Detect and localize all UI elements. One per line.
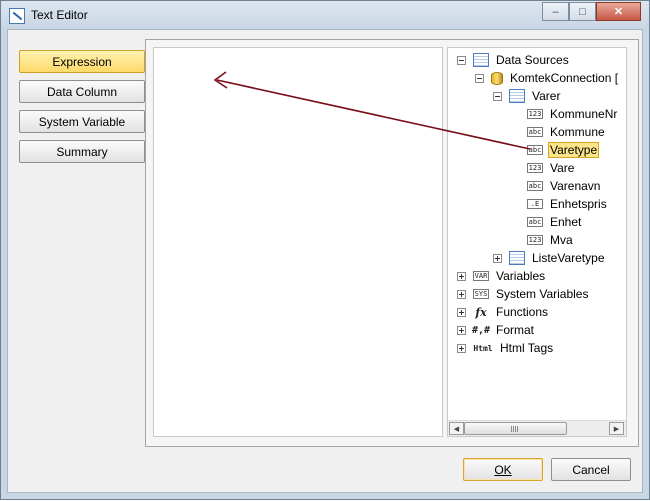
expand-icon[interactable]	[457, 307, 466, 317]
tree-item-label: KomtekConnection [	[510, 71, 619, 85]
system-variables-icon: SYS	[473, 289, 489, 299]
tree-item-listevaretype[interactable]: ListeVaretype	[493, 249, 607, 267]
cancel-button[interactable]: Cancel	[551, 458, 631, 481]
tree-item-komtek-connection[interactable]: KomtekConnection [	[475, 69, 620, 87]
expand-icon[interactable]	[457, 289, 466, 299]
tree-item-kommunenr[interactable]: 123 KommuneNr	[527, 105, 619, 123]
tree-item-label: Data Sources	[496, 53, 569, 67]
tree-item-label: Html Tags	[500, 341, 554, 355]
tree-item-label: Varenavn	[550, 179, 601, 193]
scroll-left-icon[interactable]: ◀	[449, 422, 464, 435]
tree-item-data-sources[interactable]: Data Sources	[457, 51, 571, 69]
expand-icon[interactable]	[457, 343, 466, 353]
tree-item-label-selected: Varetype	[548, 142, 600, 158]
window-title: Text Editor	[31, 8, 88, 22]
tree-item-label: Vare	[550, 161, 575, 175]
ok-button[interactable]: OK	[463, 458, 543, 481]
summary-button[interactable]: Summary	[19, 140, 145, 163]
tree-horizontal-scrollbar[interactable]: ◀ ▶	[448, 420, 626, 436]
collapse-icon[interactable]	[493, 91, 502, 101]
tree-item-label: KommuneNr	[550, 107, 618, 121]
tree-item-label: Variables	[496, 269, 546, 283]
minimize-button[interactable]: –	[542, 2, 569, 21]
collapse-icon[interactable]	[457, 55, 466, 65]
tree-item-label: System Variables	[496, 287, 589, 301]
text-editor-icon	[9, 8, 25, 24]
scroll-right-icon[interactable]: ▶	[609, 422, 624, 435]
text-editor-window: Text Editor – □ ✕ Expression Data Column…	[0, 0, 650, 500]
data-sources-icon	[473, 53, 489, 67]
scrollbar-thumb[interactable]	[464, 422, 567, 435]
text-column-icon: abc	[527, 181, 543, 191]
tree-item-label: Mva	[550, 233, 573, 247]
table-icon	[509, 251, 525, 265]
database-icon	[491, 71, 503, 85]
tree-item-varetype[interactable]: abc Varetype	[527, 141, 600, 159]
tree-item-varer[interactable]: Varer	[493, 87, 562, 105]
text-column-icon: abc	[527, 217, 543, 227]
tree-item-label: ListeVaretype	[532, 251, 605, 265]
tree-item-label: Format	[496, 323, 535, 337]
ok-label: OK	[494, 462, 512, 477]
text-column-icon: abc	[527, 145, 543, 155]
tree-item-label: Enhet	[550, 215, 582, 229]
number-column-icon: 123	[527, 235, 543, 245]
expand-icon[interactable]	[457, 325, 466, 335]
tree-item-enhetspris[interactable]: .E Enhetspris	[527, 195, 609, 213]
tree-item-html-tags[interactable]: Html Html Tags	[457, 339, 555, 357]
html-tags-icon: Html	[473, 343, 493, 353]
caption-buttons: – □ ✕	[542, 2, 641, 21]
system-variable-button[interactable]: System Variable	[19, 110, 145, 133]
number-column-icon: 123	[527, 163, 543, 173]
number-column-icon: 123	[527, 109, 543, 119]
format-icon: #,#	[471, 324, 491, 336]
data-column-button[interactable]: Data Column	[19, 80, 145, 103]
expression-button[interactable]: Expression	[19, 50, 145, 73]
tree-item-system-variables[interactable]: SYS System Variables	[457, 285, 590, 303]
collapse-icon[interactable]	[475, 73, 484, 83]
tree-item-label: Kommune	[550, 125, 605, 139]
cancel-label: Cancel	[572, 462, 610, 477]
variables-icon: VAR	[473, 271, 489, 281]
close-button[interactable]: ✕	[596, 2, 641, 21]
tree-item-label: Varer	[532, 89, 561, 103]
tree-item-variables[interactable]: VAR Variables	[457, 267, 547, 285]
text-column-icon: abc	[527, 127, 543, 137]
tree-item-varenavn[interactable]: abc Varenavn	[527, 177, 602, 195]
expression-panel: Data Sources KomtekConnection [ Varer 12…	[145, 39, 639, 447]
tree-item-kommune[interactable]: abc Kommune	[527, 123, 607, 141]
expand-icon[interactable]	[457, 271, 466, 281]
table-icon	[509, 89, 525, 103]
dialog-body: Expression Data Column System Variable S…	[7, 29, 643, 493]
decimal-column-icon: .E	[527, 199, 543, 209]
tree-item-label: Enhetspris	[550, 197, 607, 211]
tree-item-vare[interactable]: 123 Vare	[527, 159, 576, 177]
expression-editor[interactable]	[153, 47, 443, 437]
tree-item-label: Functions	[496, 305, 549, 319]
title-bar[interactable]: Text Editor – □ ✕	[1, 1, 649, 29]
maximize-button[interactable]: □	[569, 2, 596, 21]
tree-item-mva[interactable]: 123 Mva	[527, 231, 575, 249]
tree-item-functions[interactable]: fx Functions	[457, 303, 550, 321]
tree-item-format[interactable]: #,# Format	[457, 321, 536, 339]
tree-item-enhet[interactable]: abc Enhet	[527, 213, 583, 231]
expand-icon[interactable]	[493, 253, 502, 263]
data-tree: Data Sources KomtekConnection [ Varer 12…	[447, 47, 627, 437]
function-icon: fx	[475, 305, 487, 319]
